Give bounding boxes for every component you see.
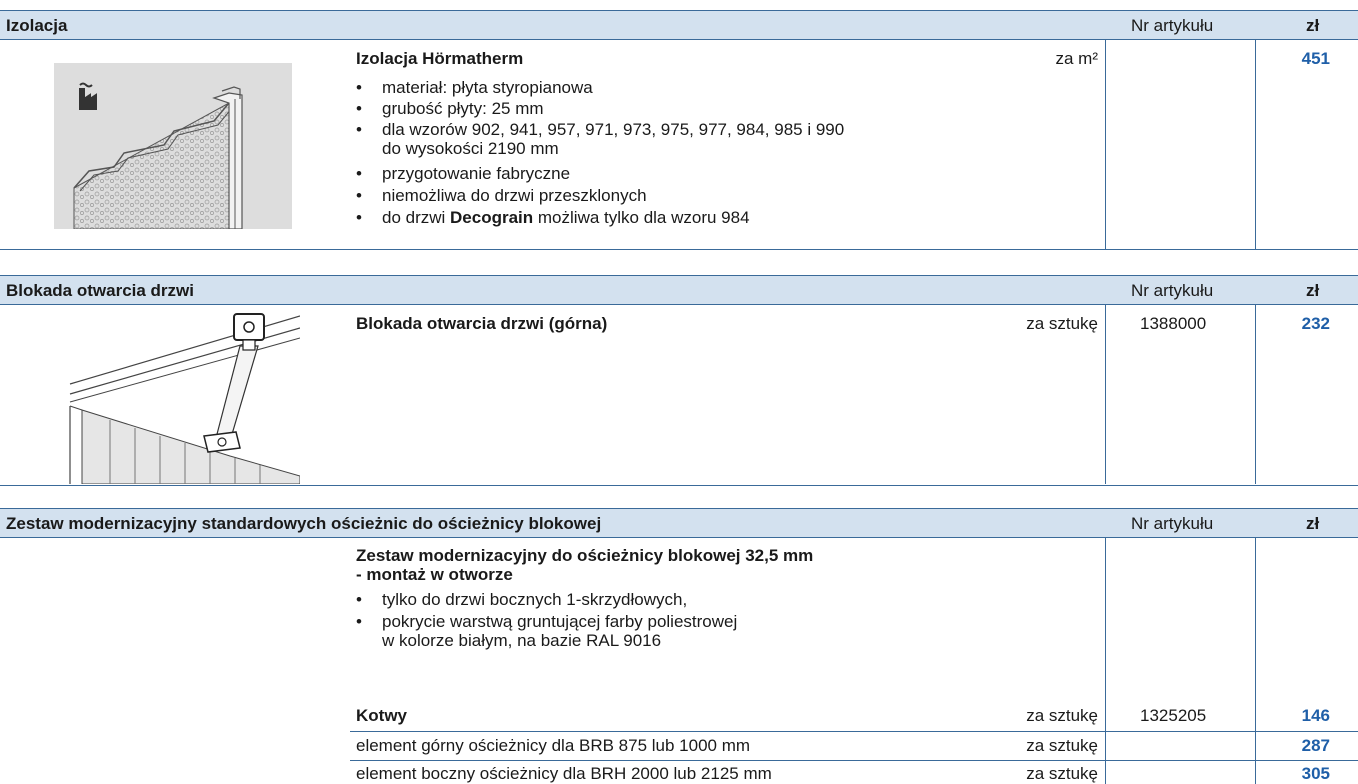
- bullet-text-continuation: w kolorze białym, na bazie RAL 9016: [382, 631, 662, 650]
- bullet-dot: •: [356, 208, 362, 227]
- bullet-text: przygotowanie fabryczne: [382, 164, 571, 183]
- section-bottom-rule: [0, 249, 1358, 250]
- row-label: element górny ościeżnicy dla BRB 875 lub…: [356, 736, 751, 755]
- unit-label: za sztukę: [1026, 706, 1098, 725]
- product-name-continuation: - montaż w otworze: [356, 565, 513, 584]
- column-header-price: zł: [1306, 514, 1320, 533]
- bullet-dot: •: [356, 612, 362, 631]
- unit-label: za sztukę: [1026, 764, 1098, 783]
- bullet-dot: •: [356, 99, 362, 118]
- section-header: Izolacja Nr artykułu zł: [0, 10, 1358, 40]
- factory-icon: [79, 82, 97, 110]
- column-divider: [1255, 305, 1256, 484]
- bullet-dot: •: [356, 164, 362, 183]
- section-blokada: Blokada otwarcia drzwi Nr artykułu zł Bl…: [0, 275, 1358, 490]
- article-number: 1325205: [1140, 706, 1207, 725]
- column-header-article-number: Nr artykułu: [1131, 16, 1214, 35]
- section-izolacja: Izolacja Nr artykułu zł Izolacja Hörmath…: [0, 10, 1358, 250]
- unit-label: za m²: [1055, 49, 1099, 68]
- price-value: 287: [1301, 736, 1330, 755]
- price-value: 451: [1301, 49, 1330, 68]
- bullet-text: niemożliwa do drzwi przeszklonych: [382, 186, 647, 205]
- door-stay-illustration: [40, 306, 301, 485]
- column-header-article-number: Nr artykułu: [1131, 281, 1214, 300]
- unit-label: za sztukę: [1026, 314, 1098, 333]
- bullet-dot: •: [356, 590, 362, 609]
- section-header: Blokada otwarcia drzwi Nr artykułu zł: [0, 275, 1358, 305]
- row-divider: [350, 731, 1358, 732]
- section-title: Blokada otwarcia drzwi: [6, 281, 194, 300]
- row-divider: [350, 760, 1358, 761]
- product-name: Izolacja Hörmatherm: [356, 49, 524, 68]
- bullet-text: materiał: płyta styropianowa: [382, 78, 593, 97]
- bullet-dot: •: [356, 186, 362, 205]
- product-name: Zestaw modernizacyjny do ościeżnicy blok…: [356, 546, 814, 565]
- bullet-text-continuation: do wysokości 2190 mm: [382, 139, 559, 158]
- price-value: 232: [1301, 314, 1330, 333]
- bullet-text: tylko do drzwi bocznych 1-skrzydłowych,: [382, 590, 688, 609]
- bullet-dot: •: [356, 78, 362, 97]
- section-header: Zestaw modernizacyjny standardowych ości…: [0, 508, 1358, 538]
- section-bottom-rule: [0, 485, 1358, 486]
- column-divider: [1255, 538, 1256, 784]
- section-title: Zestaw modernizacyjny standardowych ości…: [6, 514, 602, 533]
- brand-name: Decograin: [450, 208, 534, 227]
- product-name: Blokada otwarcia drzwi (górna): [356, 314, 608, 333]
- article-number: 1388000: [1140, 314, 1207, 333]
- column-header-price: zł: [1306, 16, 1320, 35]
- bullet-text: grubość płyty: 25 mm: [382, 99, 544, 118]
- column-divider: [1105, 538, 1106, 784]
- unit-label: za sztukę: [1026, 736, 1098, 755]
- bullet-dot: •: [356, 120, 362, 139]
- insulation-illustration: [54, 63, 292, 230]
- bullet-text: dla wzorów 902, 941, 957, 971, 973, 975,…: [382, 120, 845, 139]
- column-header-article-number: Nr artykułu: [1131, 514, 1214, 533]
- section-zestaw: Zestaw modernizacyjny standardowych ości…: [0, 508, 1358, 784]
- column-header-price: zł: [1306, 281, 1320, 300]
- bullet-text: pokrycie warstwą gruntującej farby polie…: [382, 612, 738, 631]
- price-value: 146: [1301, 706, 1330, 725]
- column-divider: [1105, 305, 1106, 484]
- row-label: Kotwy: [356, 706, 407, 725]
- price-value: 305: [1301, 764, 1330, 783]
- row-label: element boczny ościeżnicy dla BRH 2000 l…: [356, 764, 772, 783]
- bullet-text: do drzwi Decograin możliwa tylko dla wzo…: [382, 208, 750, 227]
- section-title: Izolacja: [6, 16, 68, 35]
- column-divider: [1105, 40, 1106, 250]
- column-divider: [1255, 40, 1256, 250]
